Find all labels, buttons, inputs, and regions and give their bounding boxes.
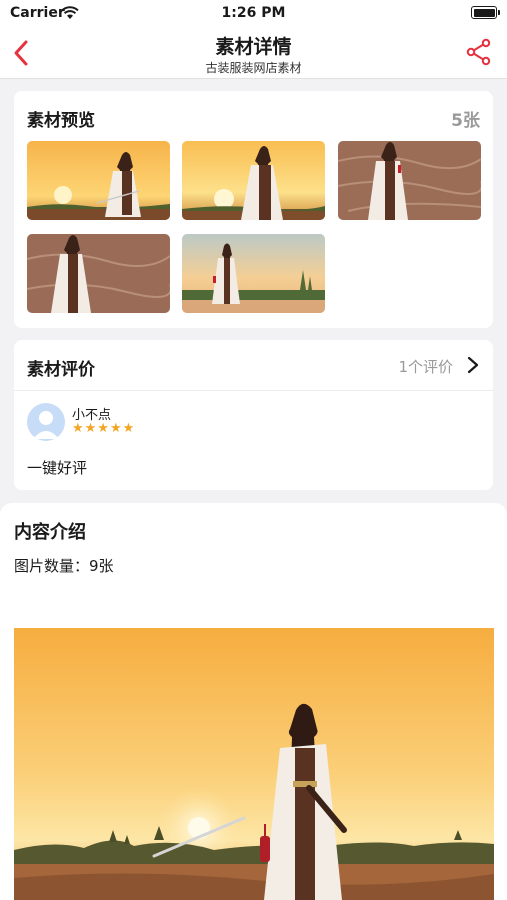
thumbnail-5[interactable] bbox=[182, 234, 325, 313]
avatar bbox=[27, 403, 65, 441]
status-time: 1:26 PM bbox=[221, 5, 286, 21]
desert-photo-icon bbox=[338, 141, 481, 220]
share-button[interactable] bbox=[465, 38, 493, 66]
sunset-photo-icon bbox=[27, 141, 170, 220]
status-bar: Carrier 1:26 PM bbox=[0, 0, 507, 26]
page-subtitle: 古装服装网店素材 bbox=[205, 61, 302, 75]
rating-stars: ★★★★★ bbox=[72, 421, 136, 436]
main-image[interactable] bbox=[14, 628, 494, 900]
content-intro-section: 内容介绍 图片数量：9张 bbox=[0, 503, 507, 900]
intro-title: 内容介绍 bbox=[14, 522, 86, 543]
reviews-title: 素材评价 bbox=[27, 360, 95, 380]
user-avatar-icon bbox=[33, 411, 59, 439]
divider bbox=[14, 390, 493, 391]
thumbnail-3[interactable] bbox=[338, 141, 481, 220]
reviews-card: 素材评价 1个评价 小不点 ★★★★★ 一键好评 bbox=[14, 340, 493, 490]
thumbnail-2[interactable] bbox=[182, 141, 325, 220]
battery-icon bbox=[471, 6, 500, 19]
desert-photo-icon bbox=[27, 234, 170, 313]
lake-photo-icon bbox=[182, 234, 325, 313]
preview-card: 素材预览 5张 bbox=[14, 91, 493, 328]
sunset-photo-icon bbox=[182, 141, 325, 220]
sunset-photo-icon bbox=[14, 628, 494, 900]
thumbnail-4[interactable] bbox=[27, 234, 170, 313]
review-text: 一键好评 bbox=[27, 459, 88, 477]
preview-title: 素材预览 bbox=[27, 111, 95, 131]
preview-count: 5张 bbox=[451, 111, 480, 131]
chevron-right-icon[interactable] bbox=[467, 356, 479, 374]
reviews-count-link[interactable]: 1个评价 bbox=[398, 356, 453, 377]
page-title: 素材详情 bbox=[215, 36, 292, 58]
thumbnail-1[interactable] bbox=[27, 141, 170, 220]
intro-image-count: 图片数量：9张 bbox=[14, 557, 114, 575]
navigation-bar: 素材详情 古装服装网店素材 bbox=[0, 26, 507, 79]
